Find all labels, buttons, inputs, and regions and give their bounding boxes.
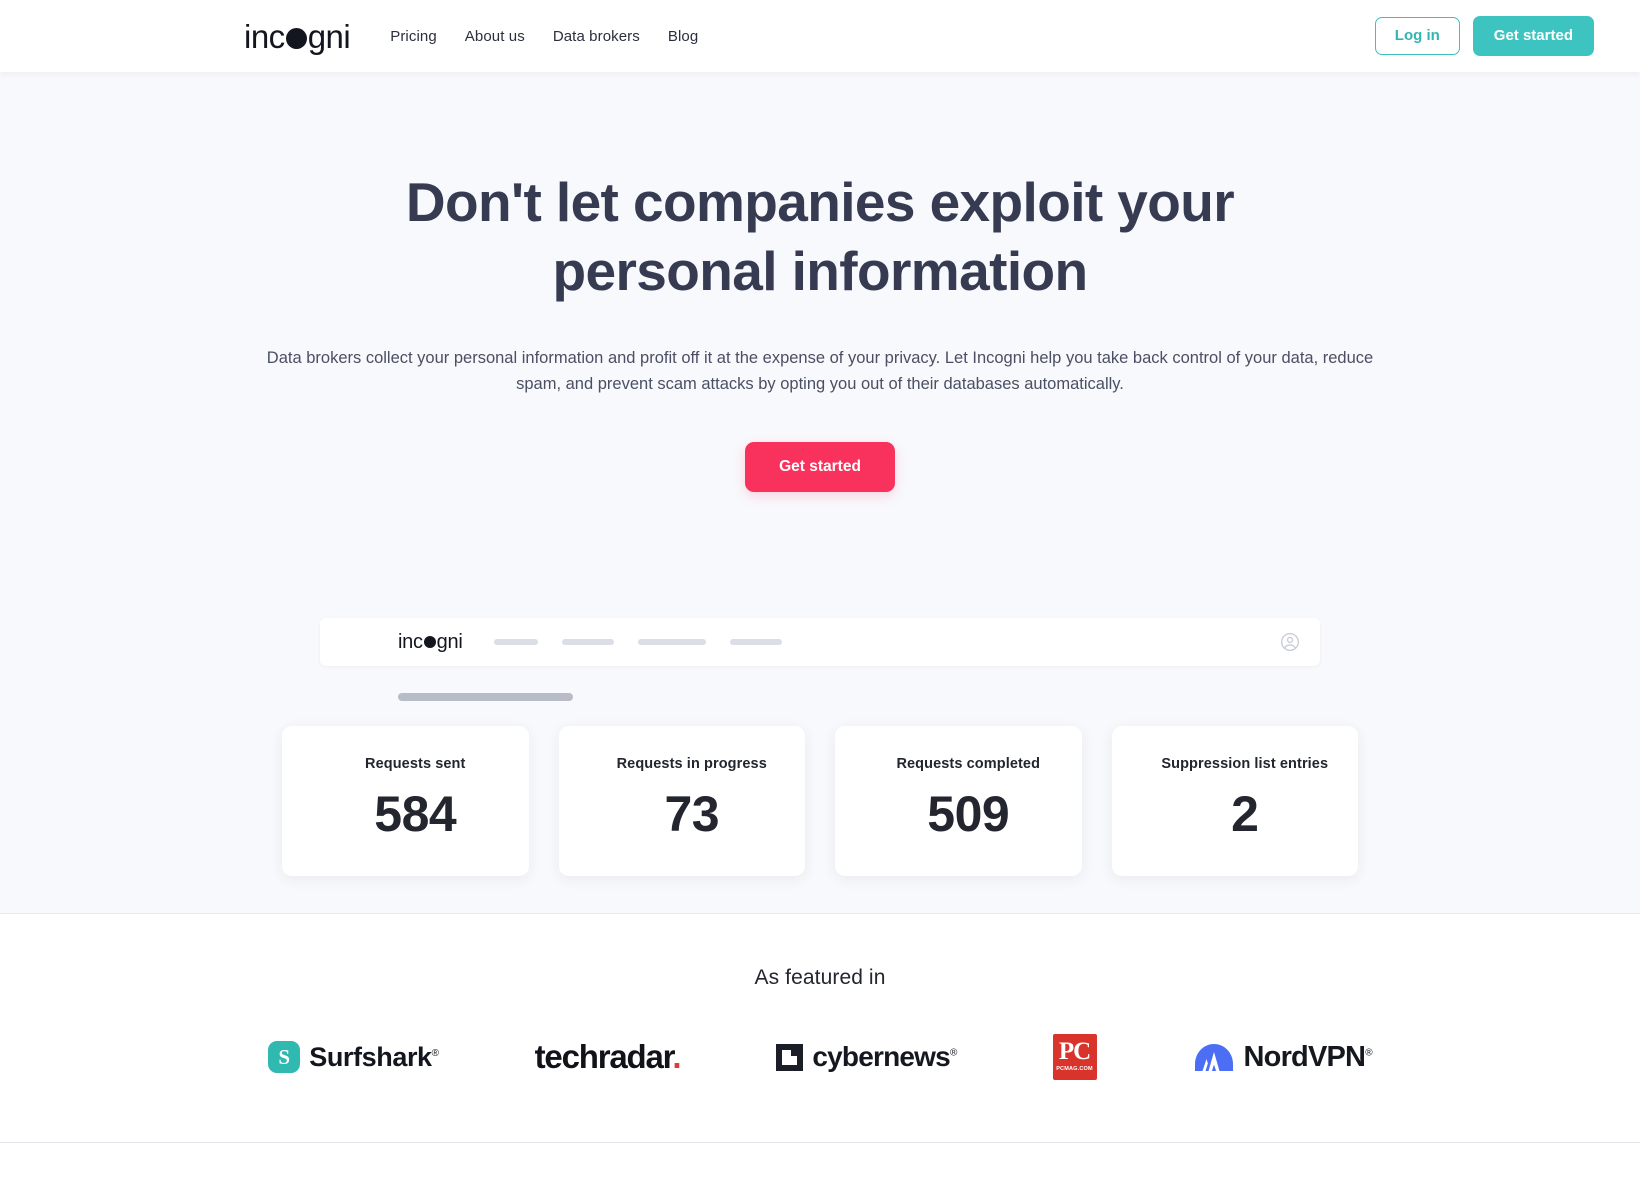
stat-label: Suppression list entries: [1161, 756, 1329, 772]
brand-logo[interactable]: inc gni: [244, 17, 351, 55]
pcmag-initials: PC: [1058, 1038, 1091, 1066]
surfshark-icon: S: [268, 1041, 301, 1073]
press-logo-pcmag[interactable]: PC PCMAG.COM: [1052, 1034, 1097, 1080]
mockup-brand-logo: inc gni: [398, 631, 463, 653]
site-header: inc gni Pricing About us Data brokers Blo…: [0, 0, 1640, 72]
stat-card-requests-completed: Requests completed 509: [835, 726, 1082, 876]
mockup-brand-post: gni: [436, 631, 463, 653]
stat-value: 2: [1231, 786, 1259, 842]
press-logo-techradar[interactable]: techradar.: [534, 1038, 682, 1076]
nordvpn-label: NordVPN®: [1243, 1040, 1373, 1073]
header-inner: inc gni Pricing About us Data brokers Blo…: [0, 16, 1640, 56]
nav-item-blog[interactable]: Blog: [668, 28, 698, 45]
nav-item-pricing[interactable]: Pricing: [390, 28, 437, 45]
hero-get-started-button[interactable]: Get started: [745, 442, 895, 493]
stat-card-suppression-list-entries: Suppression list entries 2: [1111, 726, 1358, 876]
pcmag-icon: PC PCMAG.COM: [1052, 1034, 1097, 1080]
brand-logo-post: gni: [307, 17, 351, 55]
mockup-active-tab-indicator: [398, 693, 573, 701]
mockup-nav-placeholder: [562, 639, 615, 645]
as-featured-in-title: As featured in: [754, 966, 886, 989]
stats-row: Requests sent 584 Requests in progress 7…: [282, 726, 1358, 876]
pcmag-domain: PCMAG.COM: [1056, 1065, 1093, 1072]
press-logo-row: S Surfshark® techradar. cybernews® PC PC…: [0, 1034, 1640, 1080]
stat-label: Requests sent: [365, 756, 466, 772]
brand-logo-dot-icon: [285, 27, 307, 49]
stat-card-requests-in-progress: Requests in progress 73: [558, 726, 805, 876]
mockup-nav-placeholder: [638, 639, 707, 645]
hero-subheading: Data brokers collect your personal infor…: [266, 348, 1374, 394]
hero-section: Don't let companies exploit your persona…: [0, 72, 1640, 913]
login-button[interactable]: Log in: [1374, 17, 1460, 55]
surfshark-label: Surfshark®: [309, 1041, 439, 1072]
header-get-started-button[interactable]: Get started: [1472, 16, 1594, 56]
dashboard-mockup: inc gni Requests sent 584 Requests in pr…: [282, 618, 1358, 876]
stat-card-requests-sent: Requests sent 584: [282, 726, 529, 876]
techradar-wordmark: techradar.: [534, 1038, 682, 1075]
page-title: Don't let companies exploit your persona…: [405, 171, 1235, 303]
stat-label: Requests in progress: [616, 756, 767, 772]
mockup-nav-placeholder: [730, 639, 783, 645]
mockup-appbar: inc gni: [320, 618, 1320, 666]
main-nav: Pricing About us Data brokers Blog: [390, 28, 698, 45]
press-logo-nordvpn[interactable]: NordVPN®: [1193, 1040, 1373, 1074]
page-root: inc gni Pricing About us Data brokers Blo…: [0, 0, 1640, 1196]
stat-value: 584: [374, 786, 457, 842]
nav-item-data-brokers[interactable]: Data brokers: [553, 28, 640, 45]
stat-label: Requests completed: [896, 756, 1041, 772]
header-actions: Log in Get started: [1374, 16, 1594, 56]
user-circle-icon: [1280, 632, 1300, 652]
press-logo-surfshark[interactable]: S Surfshark®: [268, 1041, 439, 1073]
as-featured-in-section: As featured in S Surfshark® techradar. c…: [0, 913, 1640, 1143]
press-logo-cybernews[interactable]: cybernews®: [776, 1041, 957, 1073]
stat-value: 73: [664, 786, 720, 842]
mockup-brand-pre: inc: [398, 631, 423, 653]
nordvpn-icon: [1193, 1042, 1235, 1072]
cybernews-icon: [776, 1043, 804, 1071]
mockup-nav-placeholder: [494, 639, 539, 645]
mockup-nav-placeholders: [494, 639, 783, 645]
brand-logo-pre: inc: [244, 17, 285, 55]
cybernews-label: cybernews®: [812, 1041, 957, 1072]
stat-value: 509: [927, 786, 1010, 842]
mockup-brand-dot-icon: [423, 636, 436, 648]
nav-item-about-us[interactable]: About us: [465, 28, 525, 45]
